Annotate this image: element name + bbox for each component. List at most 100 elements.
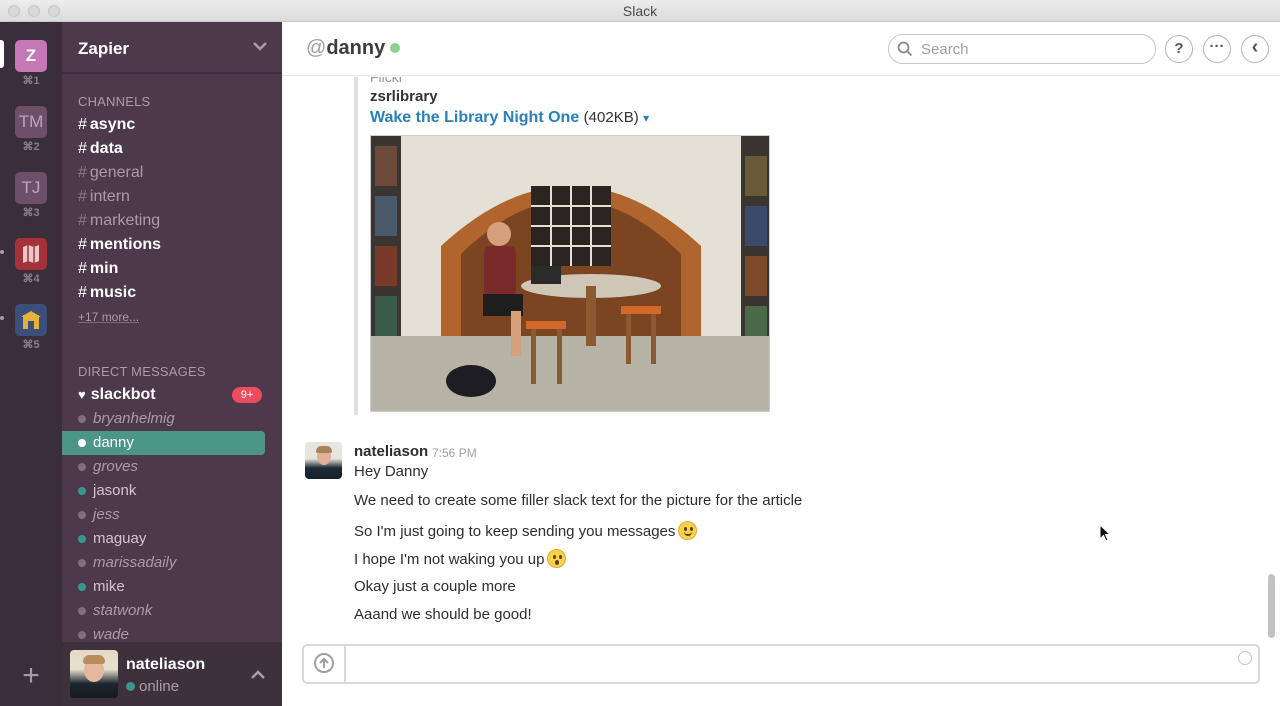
message-line-with-emoji: So I'm just going to keep sending you me… — [354, 521, 698, 540]
message-author[interactable]: nateliason — [354, 443, 428, 460]
dm-danny[interactable]: danny — [62, 431, 265, 455]
dm-label: jasonk — [93, 482, 137, 499]
message-line: We need to create some filler slack text… — [354, 492, 803, 509]
channel-label: min — [89, 260, 119, 277]
team-zapier[interactable]: Z — [15, 40, 47, 72]
direct-messages-heading[interactable]: DIRECT MESSAGES — [78, 364, 206, 379]
message-line-with-emoji: I hope I'm not waking you up — [354, 549, 567, 568]
dm-marissadaily[interactable]: marissadaily — [62, 551, 282, 575]
back-button[interactable]: ‹ — [1241, 35, 1269, 63]
channel-label: async — [89, 116, 136, 133]
presence-active-icon — [78, 583, 86, 591]
dm-label: groves — [93, 458, 139, 475]
library-photo[interactable] — [370, 135, 770, 412]
dm-jess[interactable]: jess — [62, 503, 282, 527]
presence-away-icon — [78, 631, 86, 639]
channel-music[interactable]: # music — [62, 281, 282, 305]
message-line: Okay just a couple more — [354, 578, 516, 595]
channel-label: intern — [89, 188, 130, 205]
current-user-menu[interactable]: nateliason online — [62, 642, 282, 706]
upload-arrow-icon — [314, 653, 334, 673]
channel-label: marketing — [89, 212, 161, 229]
dm-mike[interactable]: mike — [62, 575, 282, 599]
chevron-down-icon — [253, 42, 267, 51]
caret-down-icon[interactable]: ▾ — [643, 111, 649, 125]
message-timestamp[interactable]: 7:56 PM — [432, 446, 477, 460]
channel-mentions[interactable]: # mentions — [62, 233, 282, 257]
presence-active-icon — [78, 439, 86, 447]
team-house[interactable] — [15, 304, 47, 336]
message-input[interactable] — [356, 654, 1216, 674]
message-list: Flickr zsrlibrary Wake the Library Night… — [282, 77, 1280, 642]
search-box[interactable] — [888, 34, 1156, 64]
team-shortcut: ⌘2 — [22, 141, 40, 153]
presence-away-icon — [78, 607, 86, 615]
dm-label: jess — [93, 506, 120, 523]
dm-jasonk[interactable]: jasonk — [62, 479, 282, 503]
dm-statwonk[interactable]: statwonk — [62, 599, 282, 623]
hash-icon: # — [78, 188, 87, 205]
channel-label: music — [89, 284, 137, 301]
channel-intern[interactable]: # intern — [62, 185, 282, 209]
hushed-face-icon — [547, 549, 567, 568]
attachment-uploader[interactable]: zsrlibrary — [370, 88, 438, 105]
attachment-border — [354, 77, 358, 415]
attachment-title-link[interactable]: Wake the Library Night One — [370, 109, 579, 126]
dm-maguay[interactable]: maguay — [62, 527, 282, 551]
window-title: Slack — [622, 3, 658, 19]
team-tj[interactable]: TJ — [15, 172, 47, 204]
message-line: Hey Danny — [354, 463, 429, 480]
chevron-up-icon — [251, 670, 265, 679]
dm-groves[interactable]: groves — [62, 455, 282, 479]
active-team-indicator — [0, 40, 4, 68]
hash-icon: # — [78, 236, 87, 253]
channel-data[interactable]: # data — [62, 137, 282, 161]
more-actions-button[interactable]: ··· — [1203, 35, 1231, 63]
channel-label: general — [89, 164, 144, 181]
channel-title[interactable]: @danny — [306, 37, 401, 60]
channels-heading[interactable]: CHANNELS — [78, 94, 150, 109]
attachment-size: (402KB) — [583, 109, 639, 126]
dm-label: danny — [93, 434, 134, 451]
team-initials: TJ — [21, 178, 41, 197]
dm-bryanhelmig[interactable]: bryanhelmig — [62, 407, 282, 431]
channel-async[interactable]: # async — [62, 113, 282, 137]
dm-label: bryanhelmig — [93, 410, 175, 427]
title-bar: Slack — [0, 0, 1280, 22]
current-user-status: online — [126, 678, 179, 695]
message-composer — [302, 644, 1260, 684]
team-tm[interactable]: TM — [15, 106, 47, 138]
presence-active-icon — [78, 535, 86, 543]
at-symbol: @ — [306, 37, 327, 59]
channel-min[interactable]: # min — [62, 257, 282, 281]
add-team-plus-icon[interactable]: + — [18, 661, 44, 691]
help-button[interactable]: ? — [1165, 35, 1193, 63]
status-label: online — [139, 678, 180, 695]
search-icon — [897, 41, 913, 57]
emoji-picker-icon[interactable] — [1238, 651, 1252, 665]
avatar[interactable] — [305, 442, 342, 479]
channel-general[interactable]: # general — [62, 161, 282, 185]
upload-button[interactable] — [304, 646, 346, 682]
message-pane: @danny ? ··· ‹ Flickr zsrlibrary Wake th… — [282, 22, 1280, 706]
mouse-cursor-icon — [1099, 524, 1111, 542]
dm-slackbot[interactable]: ♥ slackbot 9+ — [62, 383, 282, 407]
hash-icon: # — [78, 284, 87, 301]
team-initials: TM — [18, 112, 44, 131]
slightly-smiling-face-icon — [678, 521, 698, 540]
attachment-service: Flickr — [370, 77, 404, 85]
search-input[interactable] — [921, 39, 1141, 59]
team-map[interactable] — [15, 238, 47, 270]
team-shortcut: ⌘3 — [22, 207, 40, 219]
team-unread-dot — [0, 250, 4, 254]
team-menu[interactable]: Zapier — [62, 22, 282, 74]
more-channels-link[interactable]: +17 more... — [78, 310, 139, 324]
presence-away-icon — [78, 463, 86, 471]
message-text: I hope I'm not waking you up — [354, 551, 545, 568]
scrollbar[interactable] — [1268, 574, 1275, 638]
channel-marketing[interactable]: # marketing — [62, 209, 282, 233]
presence-away-icon — [78, 511, 86, 519]
channel-header: @danny ? ··· ‹ — [282, 22, 1280, 76]
message-text: So I'm just going to keep sending you me… — [354, 523, 676, 540]
team-name: Zapier — [78, 39, 130, 58]
